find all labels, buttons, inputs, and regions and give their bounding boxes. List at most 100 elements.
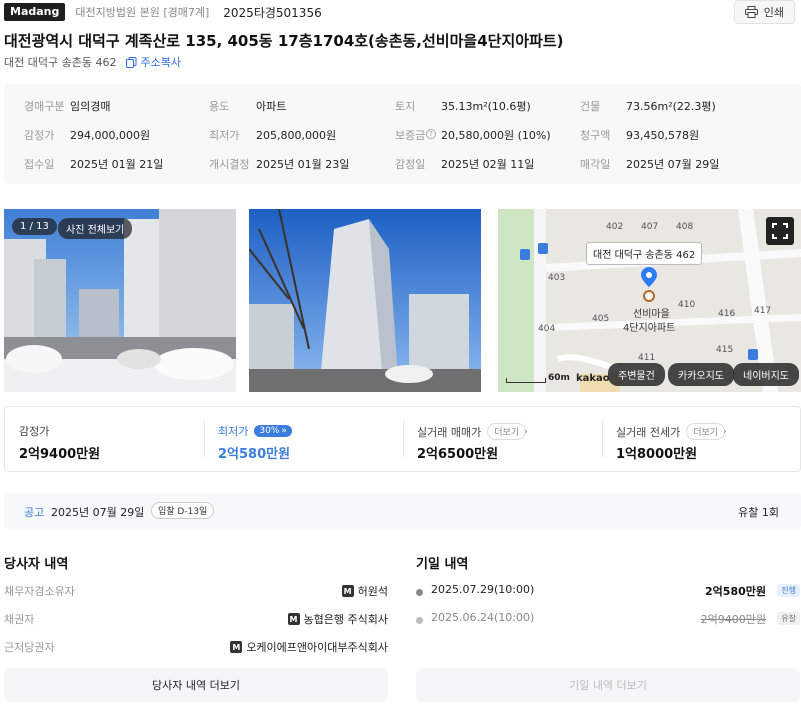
info-label: 청구액 (580, 129, 611, 142)
info-value: 73.56m²(22.3평) (626, 100, 716, 113)
min-price-value: 2억580만원 (218, 447, 291, 462)
copy-address-label: 주소복사 (140, 56, 181, 69)
info-row: 경매구분 임의경매 용도 아파트 토지 35.13m²(10.6평) 건물 73… (4, 98, 801, 120)
dates-more-button[interactable]: 기일 내역 더보기 (416, 668, 800, 702)
media-strip: 1 / 13 사진 전체보기 402 407 408 403 405 410 4… (4, 209, 801, 392)
appraisal-label: 감정가 (19, 425, 50, 438)
expand-icon (772, 223, 788, 239)
map-building-number: 404 (538, 324, 556, 334)
fullscreen-map-button[interactable] (766, 217, 794, 245)
min-price-label-row: 최저가 30% » (218, 423, 292, 439)
target-marker-icon (643, 290, 655, 302)
trade-more-button[interactable]: 더보기 (487, 423, 527, 440)
info-label: 매각일 (580, 158, 611, 171)
minimum-price: 최저가 30% » 2억580만원 (204, 407, 403, 471)
party-row: 채권자 M 농협은행 주식회사 (4, 611, 388, 631)
parties-title: 당사자 내역 (4, 557, 69, 572)
status-tag: 유찰 (777, 612, 800, 625)
info-row: 접수일 2025년 01월 21일 개시결정 2025년 01월 23일 감정일… (4, 156, 801, 178)
sub-address-line: 대전 대덕구 송촌동 462 주소복사 (4, 54, 181, 70)
trade-price-label: 실거래 매매가 (417, 425, 482, 439)
info-label: 최저가 (209, 129, 240, 142)
map-building-number: 417 (754, 306, 772, 316)
chevron-right-icon: › (723, 426, 727, 437)
appraisal-value: 2억9400만원 (19, 447, 101, 462)
info-value: 205,800,000원 (256, 129, 337, 142)
date-price: 2억9400만원 (700, 613, 766, 626)
property-photo-2[interactable] (249, 209, 481, 392)
printer-icon (744, 6, 758, 18)
map-building-number: 407 (641, 222, 659, 232)
map-building-number: 415 (716, 345, 734, 355)
map-place-name-line2: 4단지아파트 (623, 323, 676, 334)
view-all-photos-button[interactable]: 사진 전체보기 (58, 218, 133, 239)
court-name: 대전지방법원 본원 [경매7계] (75, 6, 210, 19)
info-value: 93,450,578원 (626, 129, 700, 142)
print-button[interactable]: 인쇄 (733, 0, 795, 24)
party-label: 근저당권자 (4, 641, 55, 654)
party-label: 채권자 (4, 613, 35, 626)
price-summary: 감정가 2억9400만원 최저가 30% » 2억580만원 실거래 매매가 더… (4, 406, 801, 472)
info-label: 감정가 (24, 129, 55, 142)
map-building-number: 411 (638, 353, 656, 363)
nearby-properties-button[interactable]: 주변물건 (608, 363, 665, 386)
map-building-number: 416 (718, 309, 736, 319)
map-building-number: 408 (676, 222, 694, 232)
party-value: M 허원석 (341, 583, 388, 599)
copy-address-button[interactable]: 주소복사 (126, 54, 181, 70)
m-badge-icon: M (287, 613, 300, 625)
trade-price-value: 2억6500만원 (417, 447, 499, 462)
m-badge-icon: M (341, 585, 354, 597)
dates-title: 기일 내역 (416, 557, 469, 572)
party-name: 농협은행 주식회사 (303, 613, 388, 626)
property-photo-1[interactable]: 1 / 13 사진 전체보기 (4, 209, 236, 392)
property-address: 대전광역시 대덕구 계족산로 135, 405동 17층1704호(송촌동,선비… (4, 32, 564, 50)
status-tag: 진행 (777, 584, 800, 597)
chevron-right-icon: › (524, 426, 528, 437)
kakao-map-button[interactable]: 카카오지도 (668, 363, 734, 386)
info-value: 35.13m²(10.6평) (441, 100, 531, 113)
kakao-logo: kakao (576, 373, 610, 384)
scale-bar (506, 378, 546, 383)
parties-more-button[interactable]: 당사자 내역 더보기 (4, 668, 388, 702)
trade-label-row: 실거래 매매가 더보기 › (417, 423, 528, 440)
info-value: 2025년 01월 21일 (70, 158, 164, 171)
info-row: 감정가 294,000,000원 최저가 205,800,000원 보증금 ? … (4, 127, 801, 149)
date-row[interactable]: 2025.07.29(10:00) 2억580만원 진행 (416, 583, 800, 603)
double-chevron-down-icon: » (281, 426, 287, 436)
party-name: 허원석 (357, 585, 388, 598)
date-price: 2억580만원 (705, 585, 766, 598)
naver-map-button[interactable]: 네이버지도 (733, 363, 799, 386)
lease-price: 실거래 전세가 더보기 › 1억8000만원 (602, 407, 801, 471)
photo-counter: 1 / 13 (12, 218, 57, 235)
bus-stop-icon (520, 249, 530, 260)
print-label: 인쇄 (763, 6, 784, 19)
info-value: 2025년 01월 23일 (256, 158, 350, 171)
info-label: 보증금 (395, 129, 426, 142)
lease-more-button[interactable]: 더보기 (686, 423, 726, 440)
case-number: 2025타경501356 (223, 5, 322, 20)
map-building-number: 402 (606, 222, 624, 232)
notice-label: 공고 (24, 506, 45, 519)
help-icon[interactable]: ? (426, 129, 436, 139)
auction-info-grid: 경매구분 임의경매 용도 아파트 토지 35.13m²(10.6평) 건물 73… (4, 84, 801, 184)
date-text: 2025.07.29(10:00) (431, 583, 535, 596)
date-text: 2025.06.24(10:00) (431, 611, 535, 624)
party-name: 오케이에프앤아이대부주식회사 (246, 641, 388, 654)
party-value: M 농협은행 주식회사 (287, 611, 388, 627)
date-row[interactable]: 2025.06.24(10:00) 2억9400만원 유찰 (416, 611, 800, 631)
status-dot (416, 589, 423, 596)
m-badge-icon: M (230, 641, 243, 653)
status-dot (416, 617, 423, 624)
discount-badge-value: 30% (259, 426, 280, 436)
info-label: 토지 (395, 100, 416, 113)
copy-icon (126, 56, 137, 68)
party-row: 채무자겸소유자 M 허원석 (4, 583, 388, 603)
min-price-label: 최저가 (218, 425, 249, 438)
map-place-name-line1: 선비마을 (633, 309, 670, 320)
map-scale: 60m (506, 373, 570, 383)
lease-price-value: 1억8000만원 (616, 447, 698, 462)
appraisal-price: 감정가 2억9400만원 (5, 407, 204, 471)
info-label: 개시결정 (209, 158, 250, 171)
location-map[interactable]: 402 407 408 403 405 410 416 417 404 415 … (498, 209, 801, 392)
